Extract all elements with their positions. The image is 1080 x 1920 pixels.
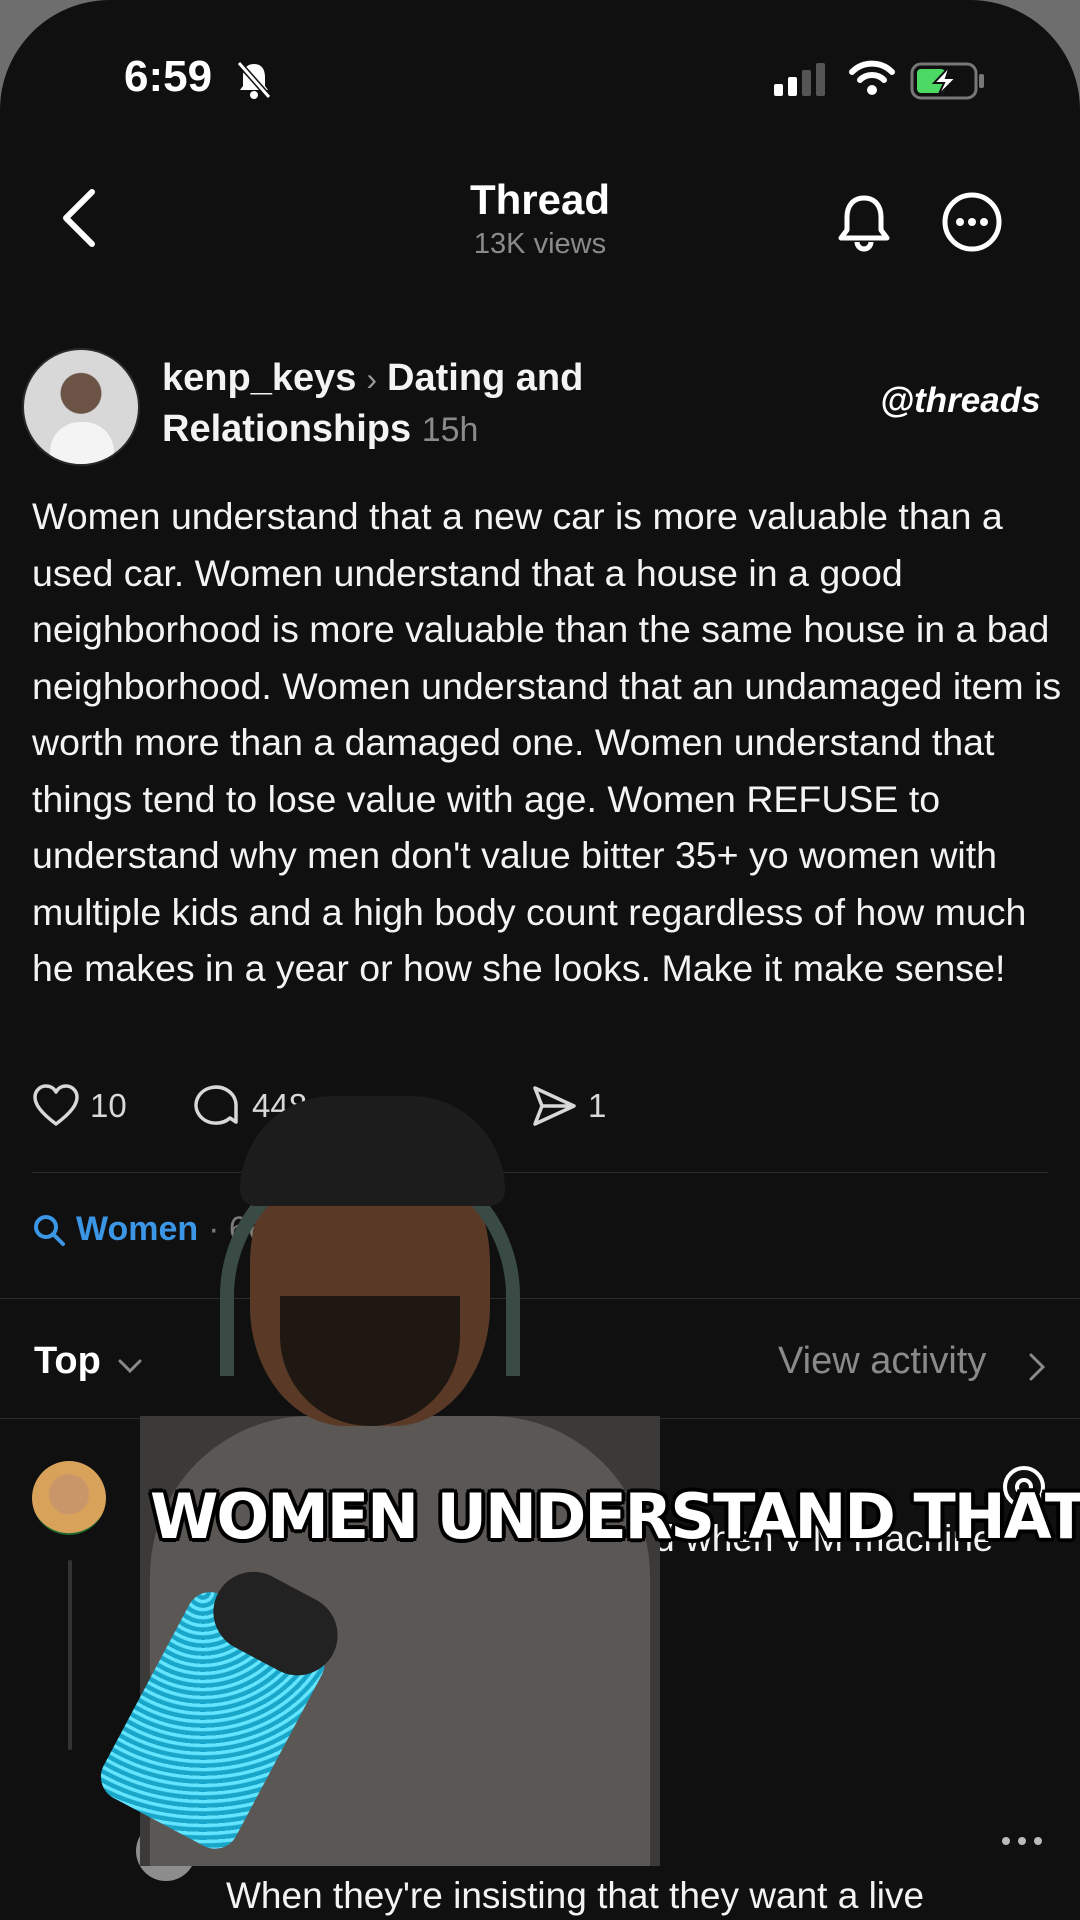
navigation-bar: Thread 13K views (0, 150, 1080, 280)
breadcrumb-separator: › (366, 361, 378, 397)
post-header: kenp_keys › Dating and Relationships 15h @… (0, 345, 1080, 475)
person-cap (240, 1096, 505, 1206)
view-count: 13K views (473, 228, 607, 260)
reply-text: When they're insisting that they want a … (226, 1875, 925, 1916)
threads-app-screen: 6:59 Thread 13K views kenp_keys › Dating… (0, 0, 1080, 1920)
like-button[interactable]: 10 (32, 1080, 127, 1132)
heart-icon (33, 1084, 79, 1126)
bell-icon[interactable] (832, 190, 896, 254)
chevron-right-icon[interactable] (1026, 1350, 1048, 1384)
post-meta: kenp_keys › Dating and Relationships 15h (162, 353, 722, 455)
author-username[interactable]: kenp_keys (162, 357, 356, 399)
thread-connector-line (68, 1560, 72, 1750)
cellular-signal-icon (774, 63, 825, 96)
sort-dropdown[interactable]: Top (34, 1340, 101, 1383)
post-age: 15h (421, 411, 479, 449)
reply-avatar[interactable] (32, 1461, 106, 1535)
video-overlay (92, 1086, 660, 1866)
author-avatar[interactable] (22, 348, 140, 466)
video-caption: WOMEN UNDERSTAND THAT (150, 1480, 1080, 1553)
view-activity-link[interactable]: View activity (778, 1340, 986, 1383)
bell-slash-icon (236, 61, 272, 99)
page-title: Thread (469, 176, 611, 223)
threads-logo: @threads (880, 381, 1041, 420)
status-bar: 6:59 (0, 0, 1080, 140)
status-time: 6:59 (124, 52, 213, 101)
wifi-icon (849, 60, 895, 95)
like-count: 10 (90, 1087, 127, 1124)
more-horizontal-icon[interactable] (1000, 1829, 1044, 1853)
post-text: Women understand that a new car is more … (32, 495, 1062, 989)
search-icon (34, 1214, 65, 1246)
more-icon[interactable] (940, 190, 1004, 254)
battery-charging-icon (910, 62, 984, 100)
